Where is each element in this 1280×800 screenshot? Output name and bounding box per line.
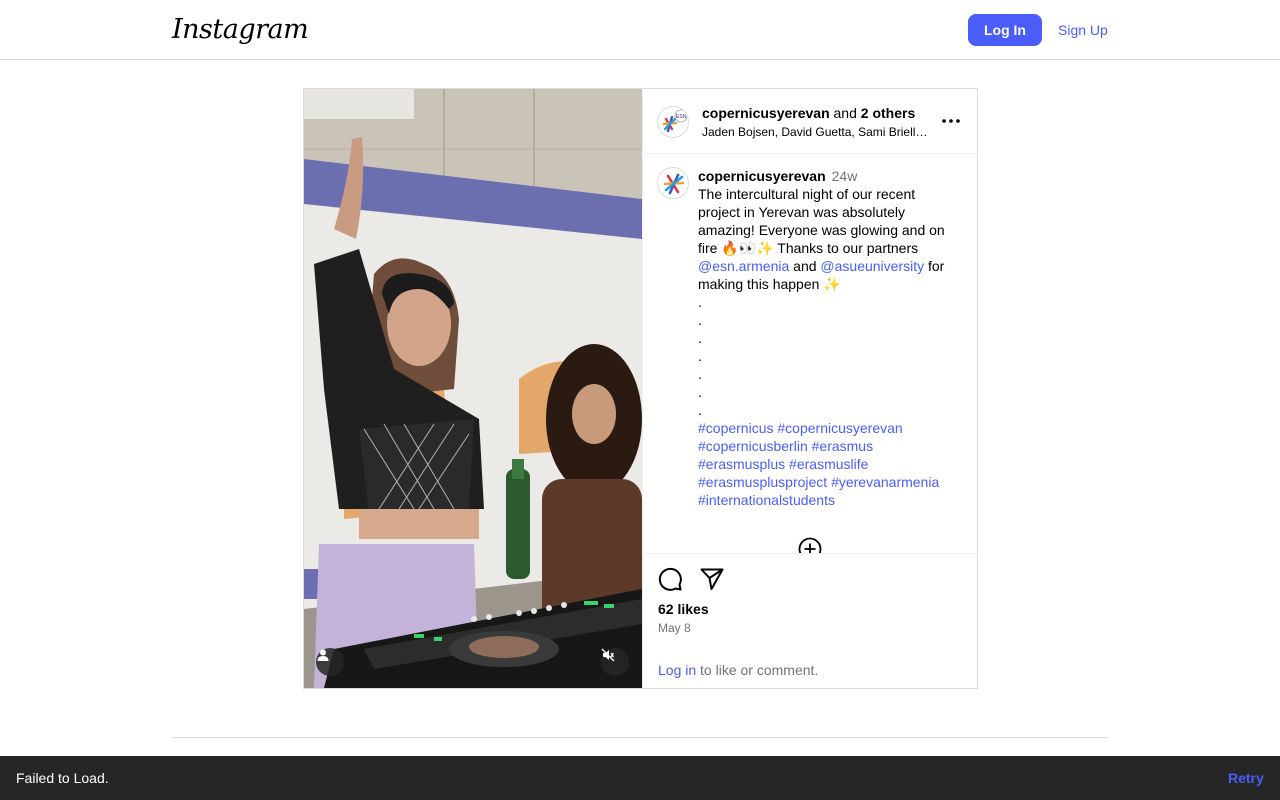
caption-dot: . — [698, 330, 702, 346]
caption-dot: . — [698, 402, 702, 418]
login-button[interactable]: Log In — [968, 14, 1042, 46]
post-details-panel: ESN copernicusyerevan and 2 others Jaden… — [642, 89, 978, 688]
signup-button[interactable]: Sign Up — [1052, 14, 1114, 46]
error-snackbar: Failed to Load. Retry — [0, 756, 1280, 800]
hashtag-link[interactable]: #erasmusplus — [698, 456, 785, 472]
caption-dot: . — [698, 384, 702, 400]
top-navigation-bar: Instagram Log In Sign Up — [0, 0, 1280, 60]
caption-avatar[interactable] — [657, 167, 689, 199]
caption-text-part2: and — [789, 258, 821, 274]
account-avatar[interactable]: ESN — [657, 106, 689, 138]
caption-body: The intercultural night of our recent pr… — [698, 185, 960, 293]
post-author-username[interactable]: copernicusyerevan — [702, 105, 830, 121]
login-prompt-text: to like or comment. — [696, 662, 819, 678]
svg-text:ESN: ESN — [676, 114, 687, 120]
hashtag-link[interactable]: #erasmus — [812, 438, 873, 454]
hashtag-list: #copernicus #copernicusyerevan #copernic… — [698, 419, 960, 509]
hashtag-link[interactable]: #erasmusplusproject — [698, 474, 827, 490]
post-age[interactable]: 24w — [832, 168, 858, 184]
post-header: ESN copernicusyerevan and 2 others Jaden… — [643, 89, 978, 154]
caption-text-part1: The intercultural night of our recent pr… — [698, 186, 945, 256]
snackbar-message: Failed to Load. — [16, 770, 109, 786]
login-link[interactable]: Log in — [658, 662, 696, 678]
post-date[interactable]: May 8 — [658, 621, 691, 635]
post-actions-section: 62 likes May 8 Log in to like or comment… — [643, 553, 978, 688]
hashtag-link[interactable]: #yerevanarmenia — [831, 474, 939, 490]
more-options-button[interactable] — [939, 113, 963, 129]
caption-section: copernicusyerevan 24w The intercultural n… — [643, 155, 978, 553]
hashtag-link[interactable]: #erasmuslife — [789, 456, 868, 472]
retry-button[interactable]: Retry — [1222, 768, 1270, 788]
copernicus-logo-icon — [663, 173, 685, 195]
post-media[interactable] — [304, 89, 642, 688]
collaborators-list[interactable]: Jaden Bojsen, David Guetta, Sami Briell… — [702, 125, 932, 139]
tagged-people-button[interactable] — [316, 648, 344, 676]
post-card: ESN copernicusyerevan and 2 others Jaden… — [303, 88, 978, 689]
mention-asueuniversity[interactable]: @asueuniversity — [820, 258, 924, 274]
caption-dot: . — [698, 348, 702, 364]
person-icon — [317, 649, 329, 661]
collaborators-count-link[interactable]: 2 others — [861, 105, 915, 121]
caption-dot: . — [698, 294, 702, 310]
caption-dot: . — [698, 366, 702, 382]
post-author-line: copernicusyerevan and 2 others — [702, 105, 915, 121]
hashtag-link[interactable]: #internationalstudents — [698, 492, 835, 508]
caption-text: copernicusyerevan 24w The intercultural n… — [698, 167, 960, 509]
hashtag-link[interactable]: #copernicusberlin — [698, 438, 808, 454]
muted-speaker-icon — [601, 648, 615, 662]
likes-count[interactable]: 62 likes — [658, 601, 709, 617]
page-divider — [172, 737, 1108, 738]
instagram-logo[interactable]: Instagram — [172, 14, 309, 45]
hashtag-link[interactable]: #copernicusyerevan — [777, 420, 902, 436]
plus-circle-icon — [798, 537, 822, 553]
caption-dot: . — [698, 312, 702, 328]
mention-esn-armenia[interactable]: @esn.armenia — [698, 258, 789, 274]
comment-button[interactable] — [657, 566, 683, 592]
hashtag-link[interactable]: #copernicus — [698, 420, 774, 436]
more-options-icon — [942, 119, 960, 123]
mute-toggle-button[interactable] — [601, 648, 629, 676]
login-prompt: Log in to like or comment. — [658, 662, 818, 678]
caption-username[interactable]: copernicusyerevan — [698, 168, 826, 184]
share-button[interactable] — [699, 566, 725, 592]
load-more-comments-button[interactable] — [798, 537, 822, 553]
post-photo — [304, 89, 642, 688]
share-icon — [700, 568, 724, 590]
comment-icon — [658, 567, 682, 591]
copernicus-logo-icon: ESN — [662, 109, 688, 133]
and-text: and — [833, 105, 857, 121]
